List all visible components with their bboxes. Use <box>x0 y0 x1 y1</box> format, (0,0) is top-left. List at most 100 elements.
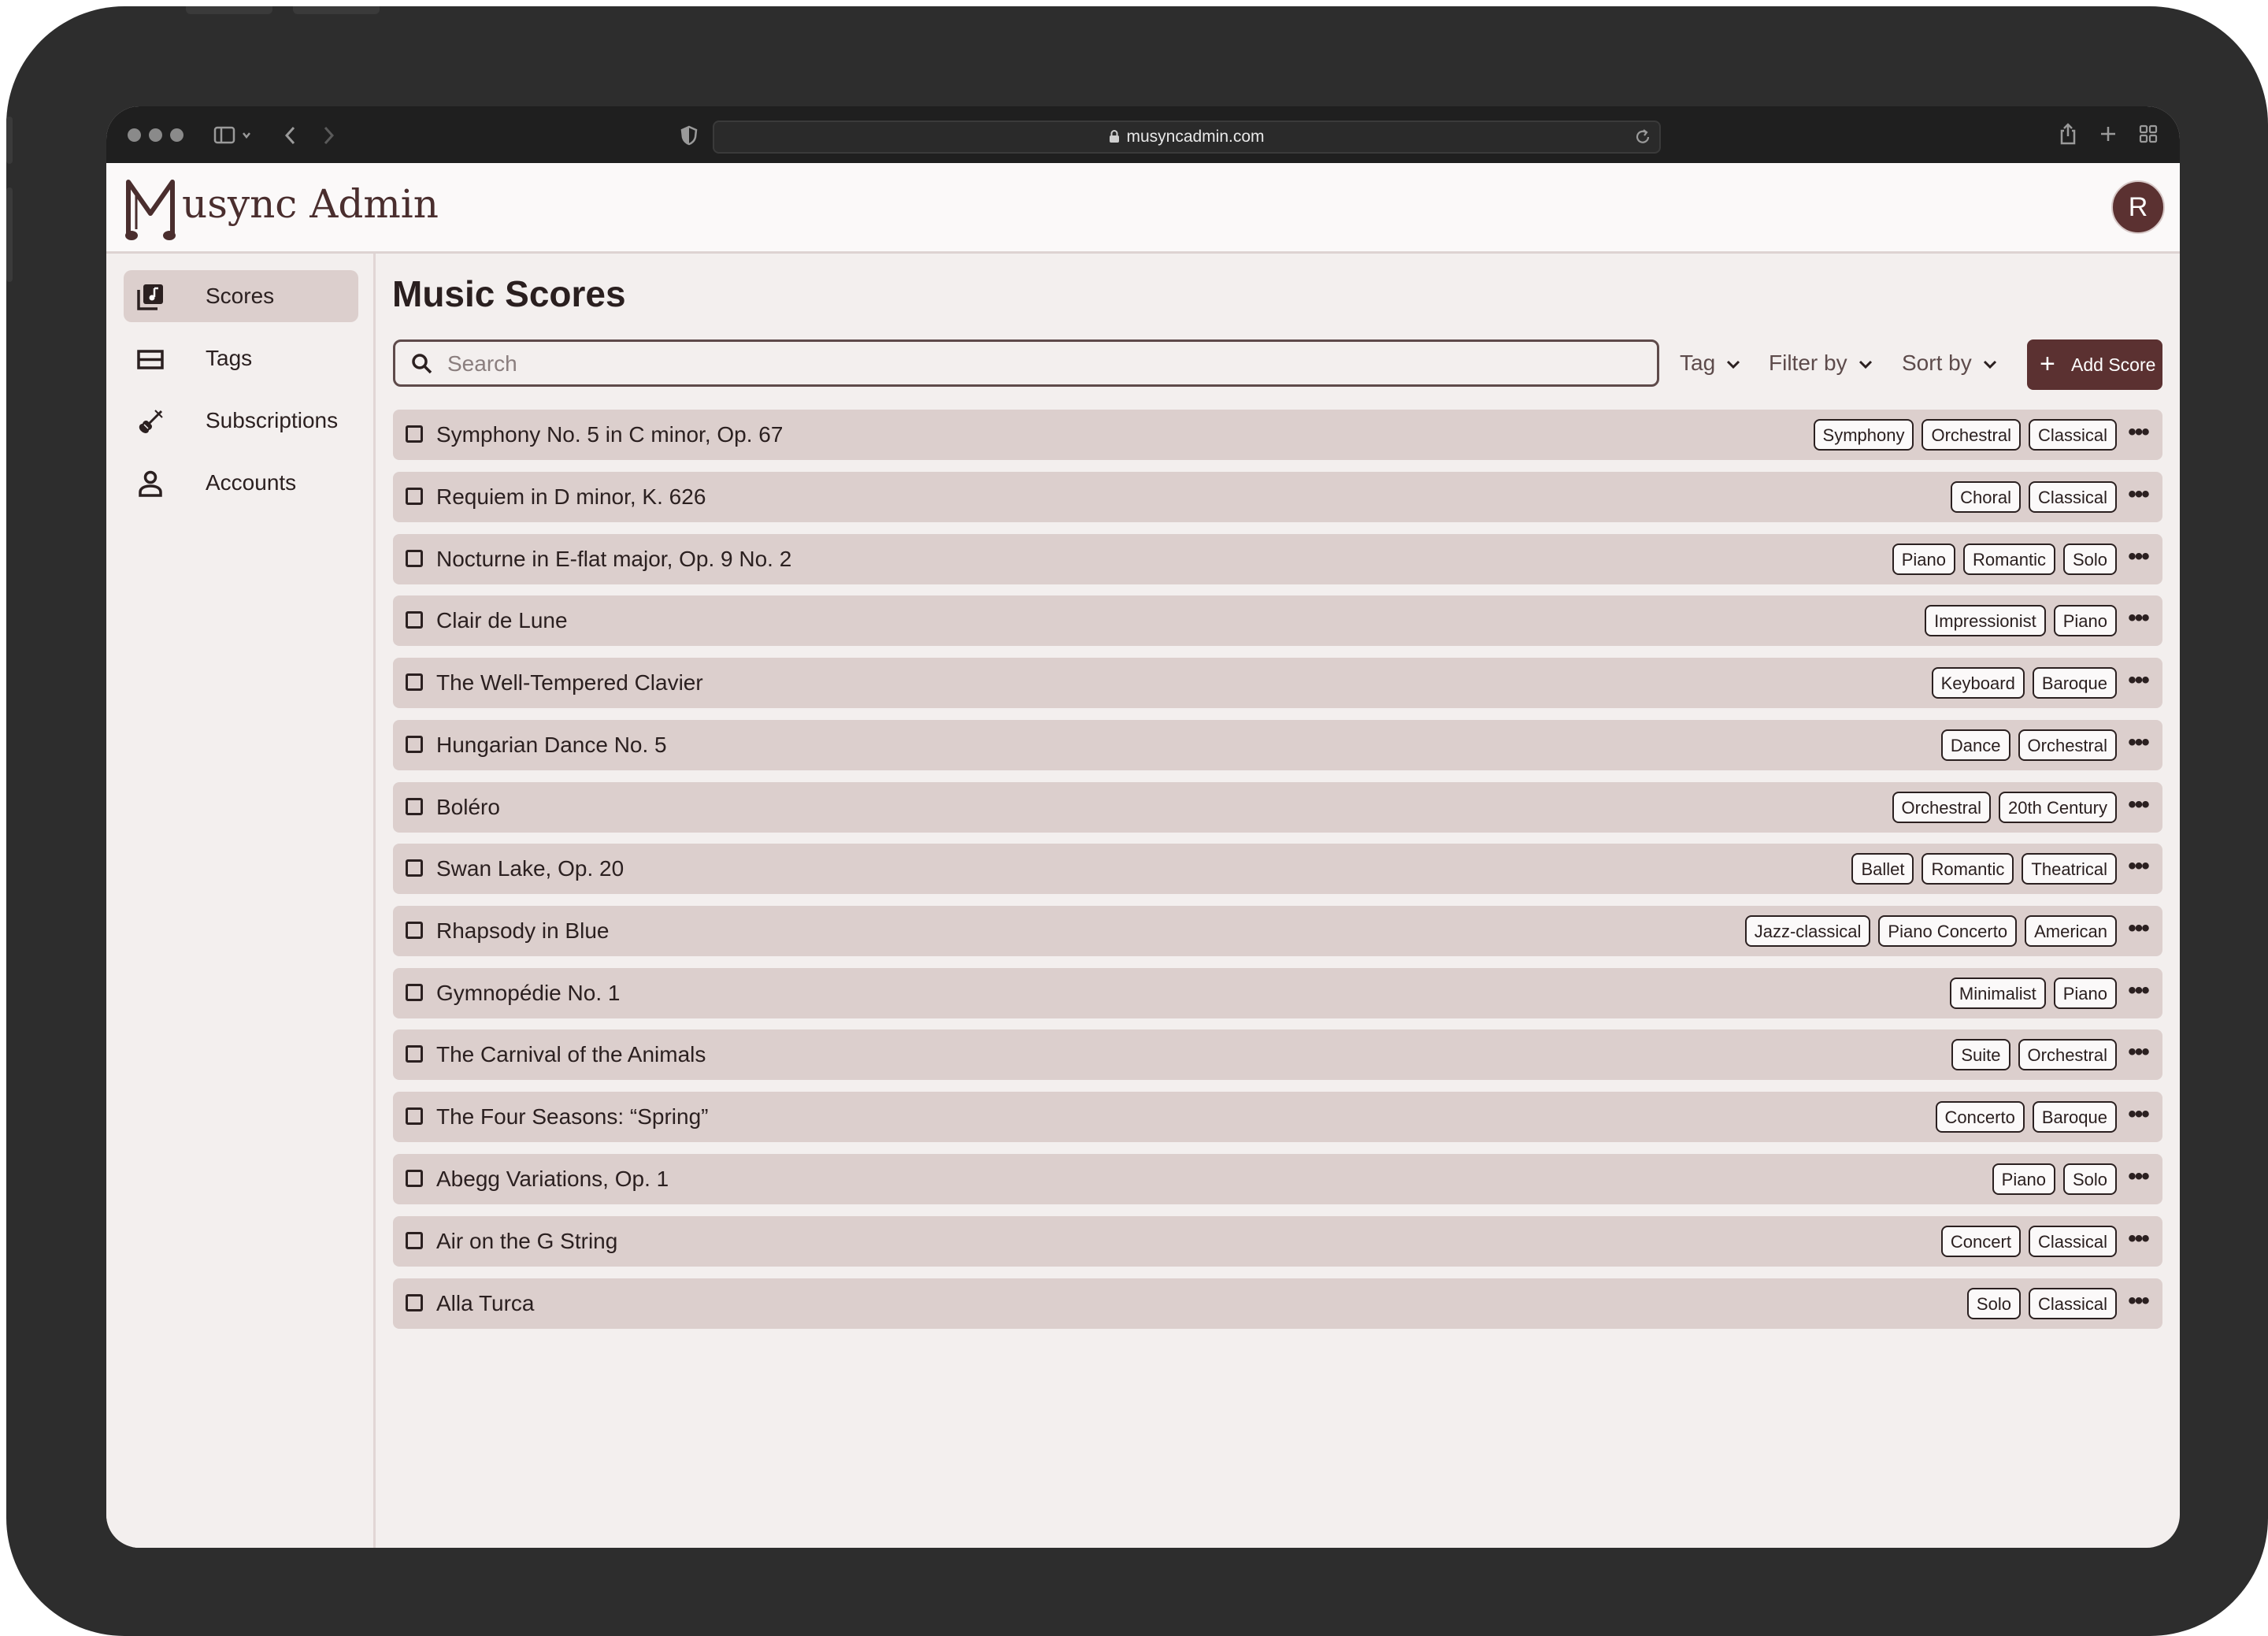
tag-chip[interactable]: Keyboard <box>1931 667 2025 699</box>
more-options-icon[interactable]: ••• <box>2125 1029 2151 1080</box>
tag-dropdown[interactable]: Tag <box>1680 339 1740 387</box>
tag-chip[interactable]: Ballet <box>1851 853 1914 885</box>
row-checkbox[interactable] <box>406 673 423 691</box>
tag-chip[interactable]: Solo <box>1966 1288 2021 1319</box>
row-checkbox[interactable] <box>406 736 423 753</box>
more-options-icon[interactable]: ••• <box>2125 1278 2151 1329</box>
score-row[interactable]: Alla Turca Solo Classical ••• <box>393 1278 2162 1329</box>
tab-overview-icon[interactable] <box>2139 124 2158 143</box>
more-options-icon[interactable]: ••• <box>2125 720 2151 770</box>
tag-chip[interactable]: Baroque <box>2032 667 2117 699</box>
row-checkbox[interactable] <box>406 1232 423 1249</box>
more-options-icon[interactable]: ••• <box>2125 1092 2151 1142</box>
tag-chip[interactable]: Choral <box>1951 481 2021 513</box>
search-box[interactable] <box>393 339 1659 387</box>
sidebar-item-accounts[interactable]: Accounts <box>124 457 358 509</box>
forward-icon[interactable] <box>321 125 336 146</box>
row-checkbox[interactable] <box>406 425 423 443</box>
sidebar-item-subscriptions[interactable]: Subscriptions <box>124 395 358 447</box>
tag-chip[interactable]: Impressionist <box>1925 605 2046 636</box>
tag-chip[interactable]: Romantic <box>1963 543 2055 575</box>
more-options-icon[interactable]: ••• <box>2125 1154 2151 1204</box>
more-options-icon[interactable]: ••• <box>2125 472 2151 522</box>
row-checkbox[interactable] <box>406 859 423 877</box>
window-minimize-dot[interactable] <box>149 128 162 142</box>
more-options-icon[interactable]: ••• <box>2125 782 2151 833</box>
more-options-icon[interactable]: ••• <box>2125 658 2151 708</box>
share-icon[interactable] <box>2059 122 2077 146</box>
more-options-icon[interactable]: ••• <box>2125 410 2151 460</box>
search-input[interactable] <box>446 342 1630 386</box>
score-row[interactable]: Nocturne in E-flat major, Op. 9 No. 2 Pia… <box>393 534 2162 584</box>
score-row[interactable]: Gymnopédie No. 1 Minimalist Piano ••• <box>393 968 2162 1018</box>
row-checkbox[interactable] <box>406 798 423 815</box>
window-close-dot[interactable] <box>128 128 141 142</box>
tag-chip[interactable]: Piano <box>1892 543 1956 575</box>
tag-chip[interactable]: Piano <box>2053 605 2117 636</box>
score-row[interactable]: Requiem in D minor, K. 626 Choral Classica… <box>393 472 2162 522</box>
tag-chip[interactable]: Piano Concerto <box>1878 915 2018 947</box>
tag-chip[interactable]: Baroque <box>2032 1101 2117 1133</box>
tag-chip[interactable]: 20th Century <box>1999 792 2117 823</box>
tag-chip[interactable]: Concert <box>1940 1226 2021 1257</box>
address-bar[interactable]: musyncadmin.com <box>713 121 1661 154</box>
tag-chip[interactable]: Orchestral <box>1922 419 2021 451</box>
score-row[interactable]: Swan Lake, Op. 20 Ballet Romantic Theatrica… <box>393 844 2162 894</box>
tag-chip[interactable]: Romantic <box>1922 853 2014 885</box>
more-options-icon[interactable]: ••• <box>2125 1216 2151 1267</box>
tag-chip[interactable]: Concerto <box>1935 1101 2025 1133</box>
sidebar-toggle-icon[interactable] <box>213 125 253 146</box>
tag-chip[interactable]: American <box>2025 915 2117 947</box>
score-row[interactable]: The Carnival of the Animals Suite Orchestr… <box>393 1029 2162 1080</box>
tag-chip[interactable]: Classical <box>2028 419 2117 451</box>
tag-chip[interactable]: Orchestral <box>1892 792 1992 823</box>
score-row[interactable]: The Four Seasons: “Spring” Concerto Baroqu… <box>393 1092 2162 1142</box>
add-score-button[interactable]: + Add Score <box>2027 339 2162 390</box>
more-options-icon[interactable]: ••• <box>2125 906 2151 956</box>
row-checkbox[interactable] <box>406 611 423 629</box>
tag-chip[interactable]: Minimalist <box>1949 978 2046 1009</box>
score-row[interactable]: Hungarian Dance No. 5 Dance Orchestral ••• <box>393 720 2162 770</box>
sidebar-item-scores[interactable]: Scores <box>124 270 358 322</box>
score-row[interactable]: Boléro Orchestral 20th Century ••• <box>393 782 2162 833</box>
tag-chip[interactable]: Dance <box>1940 729 2010 761</box>
score-row[interactable]: Clair de Lune Impressionist Piano ••• <box>393 595 2162 646</box>
more-options-icon[interactable]: ••• <box>2125 844 2151 894</box>
row-checkbox[interactable] <box>406 1294 423 1311</box>
score-row[interactable]: Air on the G String Concert Classical ••• <box>393 1216 2162 1267</box>
user-avatar[interactable]: R <box>2111 180 2165 234</box>
row-checkbox[interactable] <box>406 1045 423 1063</box>
musync-logo-icon[interactable] <box>122 174 179 242</box>
tag-chip[interactable]: Classical <box>2028 481 2117 513</box>
tag-chip[interactable]: Orchestral <box>2018 729 2117 761</box>
score-row[interactable]: Rhapsody in Blue Jazz-classical Piano Conc… <box>393 906 2162 956</box>
row-checkbox[interactable] <box>406 922 423 939</box>
row-checkbox[interactable] <box>406 488 423 505</box>
tag-chip[interactable]: Solo <box>2062 1163 2117 1195</box>
filter-by-dropdown[interactable]: Filter by <box>1769 339 1873 387</box>
new-tab-icon[interactable] <box>2099 124 2118 143</box>
reload-icon[interactable] <box>1634 128 1651 146</box>
privacy-shield-icon[interactable] <box>680 125 699 146</box>
tag-chip[interactable]: Jazz-classical <box>1744 915 1871 947</box>
row-checkbox[interactable] <box>406 984 423 1001</box>
more-options-icon[interactable]: ••• <box>2125 595 2151 646</box>
tag-chip[interactable]: Solo <box>2062 543 2117 575</box>
sort-by-dropdown[interactable]: Sort by <box>1902 339 1997 387</box>
tag-chip[interactable]: Symphony <box>1813 419 1914 451</box>
row-checkbox[interactable] <box>406 550 423 567</box>
score-row[interactable]: Abegg Variations, Op. 1 Piano Solo ••• <box>393 1154 2162 1204</box>
more-options-icon[interactable]: ••• <box>2125 968 2151 1018</box>
tag-chip[interactable]: Suite <box>1951 1039 2010 1070</box>
back-icon[interactable] <box>283 125 298 146</box>
tag-chip[interactable]: Piano <box>2053 978 2117 1009</box>
tag-chip[interactable]: Piano <box>1992 1163 2055 1195</box>
window-zoom-dot[interactable] <box>170 128 183 142</box>
tag-chip[interactable]: Classical <box>2028 1226 2117 1257</box>
row-checkbox[interactable] <box>406 1107 423 1125</box>
tag-chip[interactable]: Orchestral <box>2018 1039 2117 1070</box>
sidebar-item-tags[interactable]: Tags <box>124 332 358 384</box>
tag-chip[interactable]: Theatrical <box>2022 853 2117 885</box>
row-checkbox[interactable] <box>406 1170 423 1187</box>
more-options-icon[interactable]: ••• <box>2125 534 2151 584</box>
